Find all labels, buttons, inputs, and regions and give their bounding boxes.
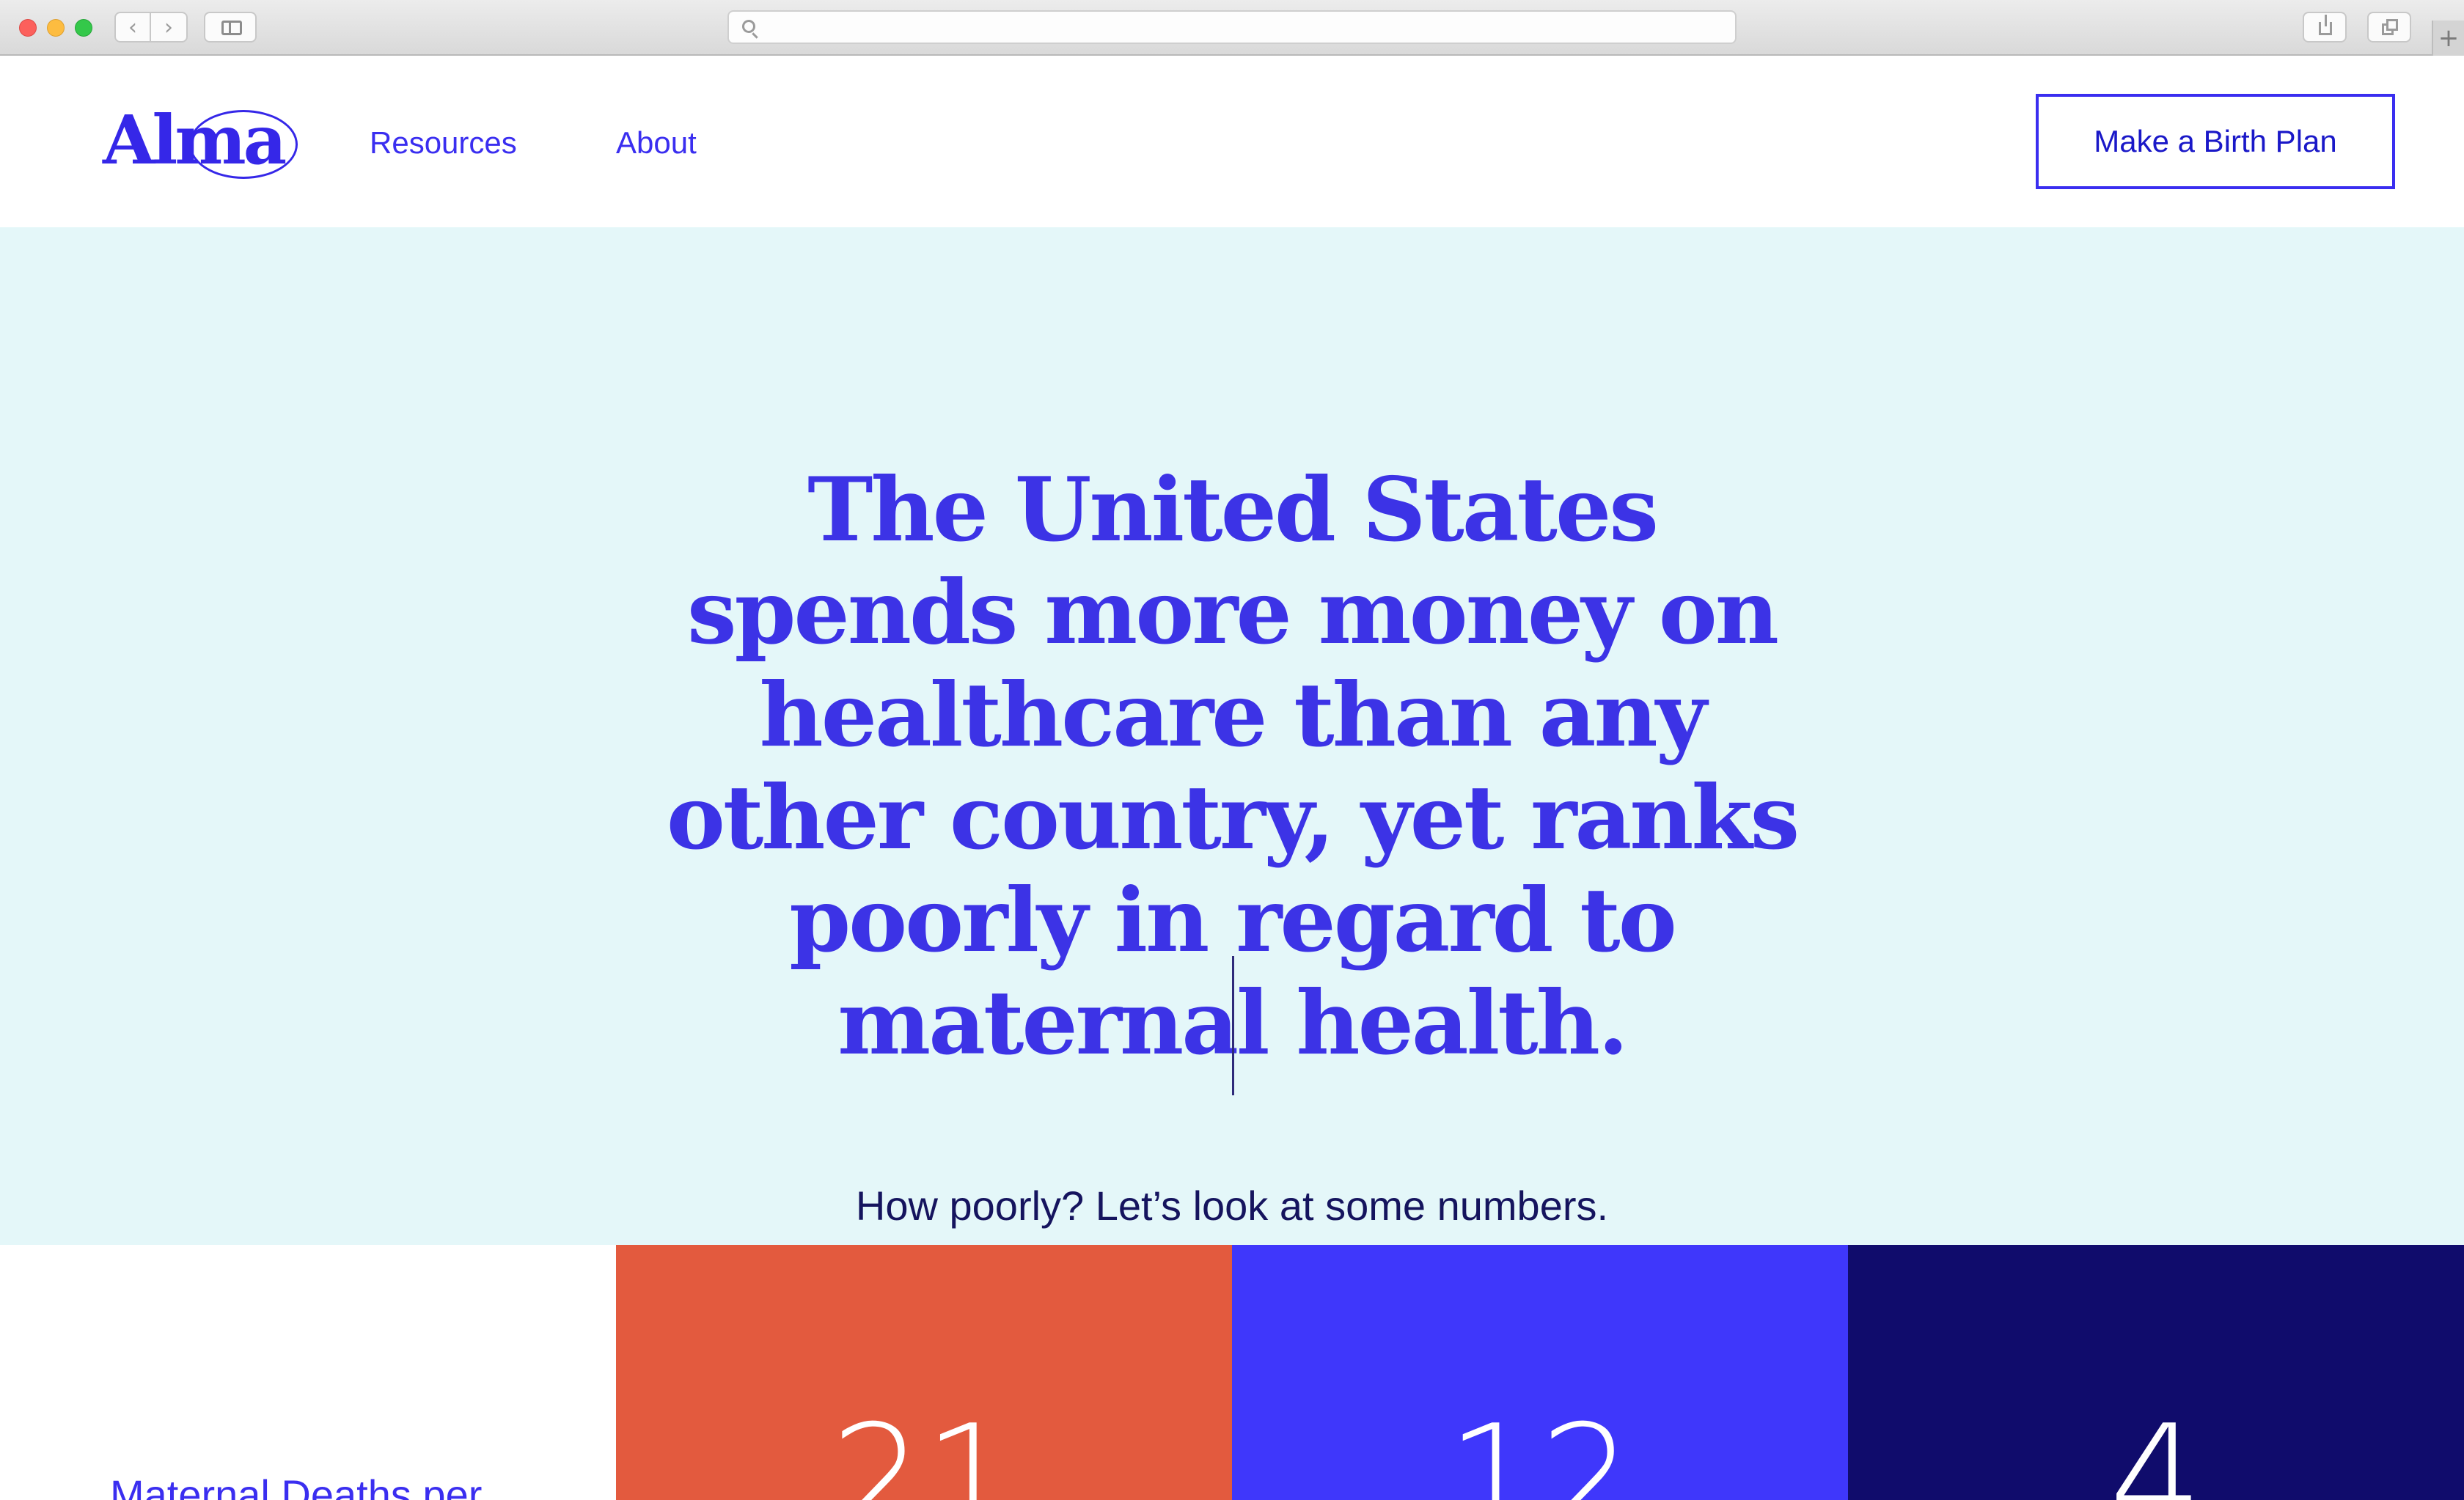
stat-number: 21 [830,1394,1018,1500]
search-icon [742,20,755,33]
stat-label-cell: Maternal Deaths per [0,1245,616,1500]
stats-row: Maternal Deaths per 21 12 4 [0,1245,2464,1500]
stat-card: 12 [1232,1245,1848,1500]
logo-ring [189,110,298,179]
sidebar-icon [221,21,242,35]
chevron-right-icon: › [164,14,173,40]
stat-label: Maternal Deaths per [110,1471,483,1500]
zoom-window-button[interactable] [75,19,92,37]
site-header: Alma Resources About Make a Birth Plan [0,57,2464,227]
show-tabs-button[interactable] [2367,12,2411,43]
hero-subtitle: How poorly? Let’s look at some numbers. [855,1183,1609,1229]
chevron-left-icon: ‹ [128,14,137,40]
share-icon [2319,15,2332,35]
hero-section: The United States spends more money on h… [0,227,2464,1245]
stat-number: 12 [1446,1394,1634,1500]
stat-number: 4 [2109,1394,2203,1500]
stat-card: 4 [1848,1245,2464,1500]
sidebar-toggle-button[interactable] [204,12,257,43]
new-tab-button[interactable]: + [2432,21,2464,56]
vertical-divider [1232,956,1234,1095]
browser-toolbar: ‹ › + [0,0,2464,56]
minimize-window-button[interactable] [47,19,65,37]
nav-link-resources[interactable]: Resources [370,125,517,161]
stat-card: 21 [616,1245,1232,1500]
back-button[interactable]: ‹ [114,12,151,43]
forward-button[interactable]: › [151,12,188,43]
make-birth-plan-button[interactable]: Make a Birth Plan [2036,94,2395,189]
nav-link-about[interactable]: About [616,125,697,161]
share-button[interactable] [2303,12,2347,43]
close-window-button[interactable] [19,19,37,37]
address-bar[interactable] [727,10,1737,44]
plus-icon: + [2438,23,2460,53]
